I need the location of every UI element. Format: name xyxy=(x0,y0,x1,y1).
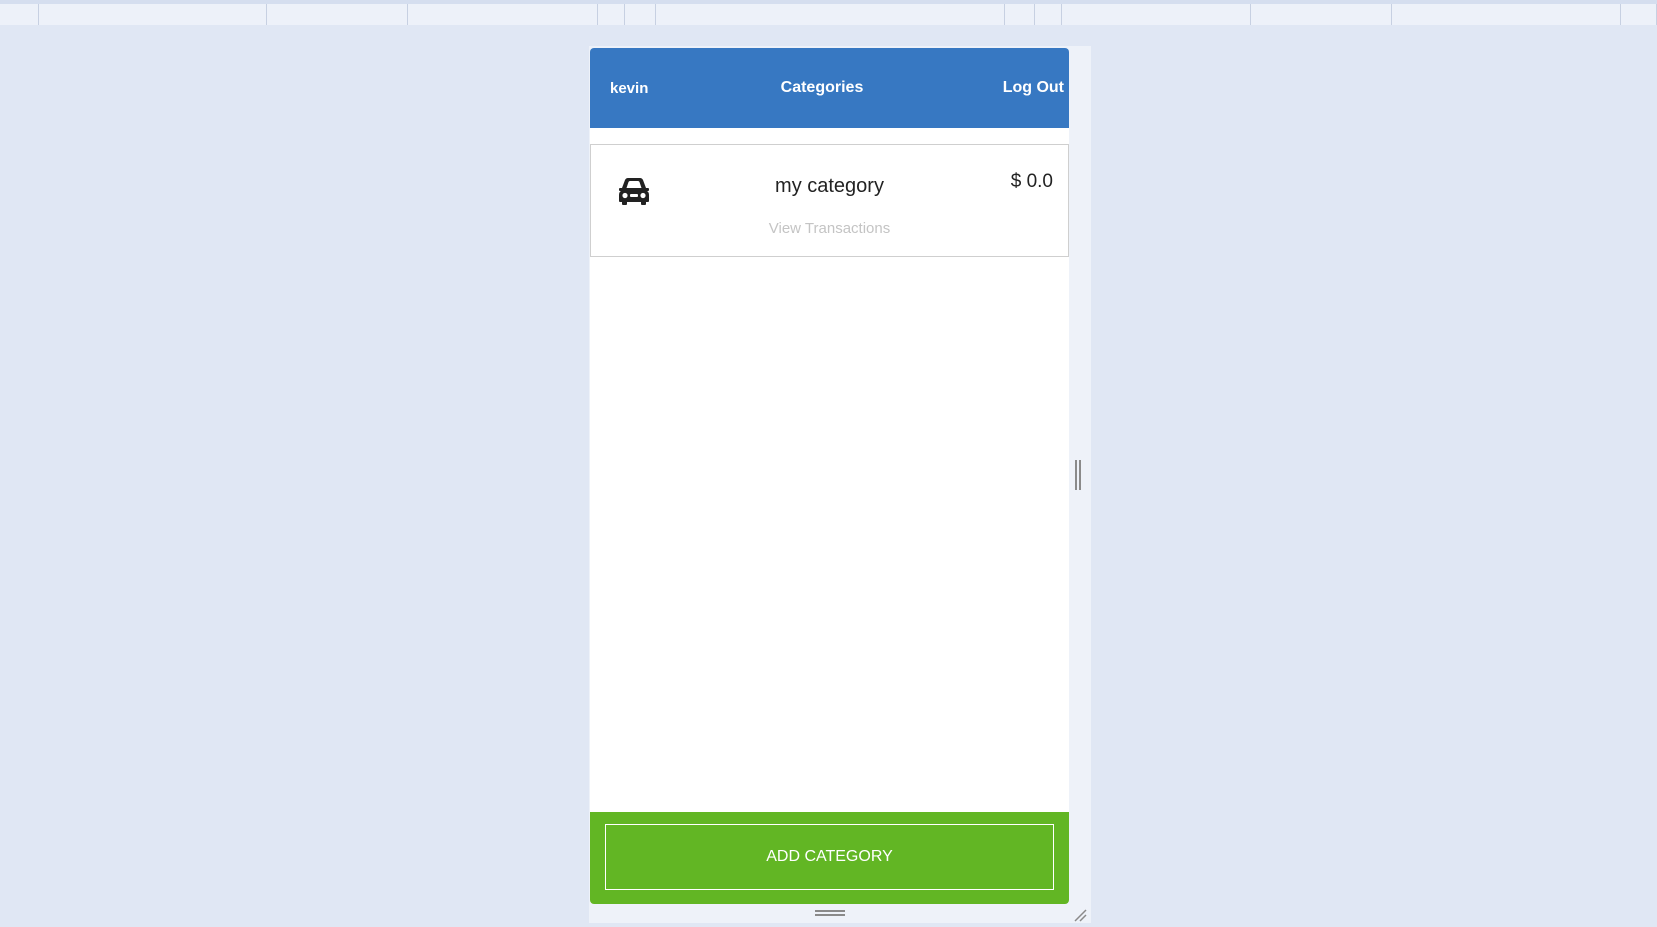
device-frame: kevin Categories Log Out my category $ 0… xyxy=(589,46,1091,923)
ruler-segment xyxy=(625,4,656,25)
category-name: my category xyxy=(775,175,884,197)
ruler-segment xyxy=(1062,4,1251,25)
ruler-segment xyxy=(39,4,267,25)
add-category-button[interactable]: ADD CATEGORY xyxy=(605,824,1054,890)
footer-bar: ADD CATEGORY xyxy=(590,812,1069,904)
resize-handle-right[interactable] xyxy=(1075,460,1081,490)
ruler-segment xyxy=(0,4,39,25)
app-screen: kevin Categories Log Out my category $ 0… xyxy=(590,48,1069,904)
ruler-segment xyxy=(1005,4,1035,25)
ruler-segment xyxy=(1392,4,1621,25)
ruler-segment xyxy=(598,4,625,25)
ruler-segment xyxy=(267,4,408,25)
logout-button[interactable]: Log Out xyxy=(1003,79,1064,97)
ruler-segment xyxy=(656,4,1005,25)
page-title: Categories xyxy=(780,79,864,96)
top-ruler xyxy=(0,0,1657,25)
ruler-segment xyxy=(408,4,598,25)
category-amount: $ 0.0 xyxy=(1010,171,1053,192)
ruler-segment xyxy=(1251,4,1392,25)
ruler-segment xyxy=(1621,4,1657,25)
ruler-segment xyxy=(1035,4,1062,25)
view-transactions-link[interactable]: View Transactions xyxy=(591,220,1068,237)
resize-corner-icon[interactable] xyxy=(1073,908,1087,922)
app-header: kevin Categories Log Out xyxy=(590,48,1069,128)
resize-handle-bottom[interactable] xyxy=(815,910,845,916)
category-card[interactable]: my category $ 0.0 View Transactions xyxy=(590,144,1069,257)
